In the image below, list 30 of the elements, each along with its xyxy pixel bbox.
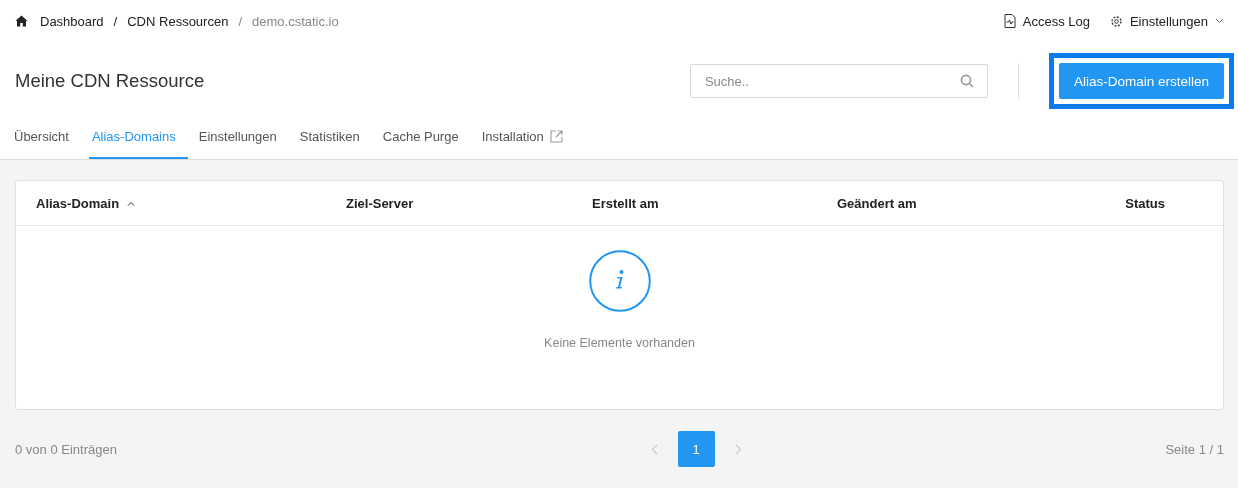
page-info: Seite 1 / 1 [1165, 441, 1224, 457]
breadcrumb-link[interactable]: CDN Ressourcen [127, 13, 229, 29]
sort-caret-icon [127, 200, 136, 206]
breadcrumb-separator: / [113, 13, 118, 29]
tab[interactable]: Übersicht [11, 120, 81, 159]
entry-count: 0 von 0 Einträgen [15, 441, 117, 457]
column-header[interactable]: Ziel-Server [346, 195, 592, 211]
document-icon [1003, 14, 1016, 28]
home-icon [15, 15, 28, 27]
top-link[interactable]: Access Log [1003, 13, 1090, 29]
breadcrumb-separator: / [238, 13, 242, 29]
column-header[interactable]: Status [1125, 195, 1165, 211]
tab[interactable]: Statistiken [296, 120, 372, 159]
column-header[interactable]: Erstellt am [592, 195, 837, 211]
tab[interactable]: Einstellungen [195, 120, 289, 159]
tab[interactable]: Installation [478, 120, 575, 159]
top-link[interactable]: Einstellungen [1109, 13, 1224, 29]
search-field[interactable]: Suche.. [689, 64, 988, 98]
breadcrumb-link[interactable]: demo.cstatic.io [252, 13, 339, 29]
info-icon [588, 250, 651, 312]
column-header[interactable]: Alias-Domain [36, 195, 346, 211]
column-header[interactable]: Geändert am [837, 195, 1126, 211]
breadcrumb-link[interactable]: Dashboard [40, 13, 104, 29]
page-title: Meine CDN Ressource [15, 70, 206, 92]
empty-message: Keine Elemente vorhanden [544, 336, 695, 350]
tab[interactable]: Cache Purge [379, 120, 471, 159]
external-link-icon [549, 130, 563, 143]
chevron-down-icon [1215, 18, 1224, 24]
search-icon [959, 74, 974, 88]
settings-icon [1109, 14, 1123, 28]
